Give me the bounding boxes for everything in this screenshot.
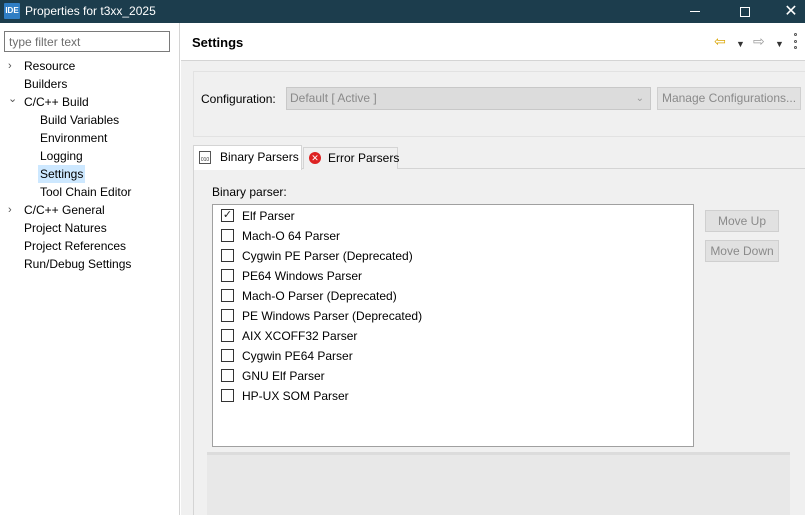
parser-label: Elf Parser [242,209,295,223]
parser-row[interactable]: HP-UX SOM Parser [213,386,693,406]
forward-arrow-icon[interactable]: ⇨ [753,33,765,49]
parser-checkbox[interactable] [221,349,234,362]
property-tree: › Resource Builders ⌄ C/C++ Build Build Varia… [0,57,179,273]
binary-parser-label: Binary parser: [212,185,287,199]
settings-page: Settings ⇦ ▼ ⇨ ▼ Configuration: Default … [181,23,805,515]
tree-item-label: Build Variables [40,113,120,127]
tree-item[interactable]: ⌄ C/C++ Build [0,93,179,111]
tree-item[interactable]: Settings [0,165,179,183]
chevron-down-icon: ⌄ [635,93,644,104]
tab-error-parsers[interactable]: ✕ Error Parsers [303,147,400,169]
configuration-label: Configuration: [201,92,276,106]
parser-row[interactable]: AIX XCOFF32 Parser [213,326,693,346]
tab-label: Binary Parsers [220,150,299,164]
property-navigation-panel: › Resource Builders ⌄ C/C++ Build Build Varia… [0,23,180,515]
parser-label: Cygwin PE64 Parser [242,349,353,363]
close-button[interactable]: ✕ [768,0,805,23]
tree-item-label: Tool Chain Editor [40,185,132,199]
tree-item[interactable]: Run/Debug Settings [0,255,179,273]
configuration-select[interactable]: Default [ Active ] ⌄ [286,87,651,110]
parser-checkbox[interactable] [221,389,234,402]
tree-item[interactable]: › C/C++ General [0,201,179,219]
maximize-button[interactable] [722,0,768,23]
parser-label: PE64 Windows Parser [242,269,363,283]
tree-item-label: Run/Debug Settings [24,257,132,271]
parser-checkbox[interactable] [221,329,234,342]
binary-file-icon: 010 [199,151,211,164]
parser-row[interactable]: PE64 Windows Parser [213,266,693,286]
tree-item-label: Builders [24,77,68,91]
error-icon: ✕ [309,152,321,164]
minimize-icon [690,11,700,12]
back-dropdown-icon[interactable]: ▼ [736,36,745,52]
parser-label: HP-UX SOM Parser [242,389,349,403]
tab-bar: 010 Binary Parsers ✕ Error Parsers [193,145,805,170]
tree-item[interactable]: Builders [0,75,179,93]
tree-item-label: Project References [24,239,127,253]
tree-item-label: C/C++ General [24,203,105,217]
parser-options-panel [207,452,790,515]
tree-item[interactable]: Environment [0,129,179,147]
configuration-value: Default [ Active ] [290,91,377,105]
parser-checkbox[interactable] [221,229,234,242]
parser-label: GNU Elf Parser [242,369,325,383]
tab-binary-parsers[interactable]: 010 Binary Parsers [193,145,302,170]
page-header: Settings ⇦ ▼ ⇨ ▼ [181,23,805,61]
parser-checkbox[interactable] [221,369,234,382]
move-up-button[interactable]: Move Up [705,210,779,232]
tree-item[interactable]: Project References [0,237,179,255]
parser-row[interactable]: Mach-O 64 Parser [213,226,693,246]
parser-checkbox[interactable]: ✓ [221,209,234,222]
tab-label: Error Parsers [328,151,400,165]
back-arrow-icon[interactable]: ⇦ [714,33,726,49]
move-down-button[interactable]: Move Down [705,240,779,262]
tree-item-label: Resource [24,59,76,73]
title-bar: IDE Properties for t3xx_2025 ✕ [0,0,805,23]
view-menu-icon[interactable] [792,33,798,49]
parser-label: Mach-O 64 Parser [242,229,341,243]
ide-app-icon: IDE [4,3,20,19]
parser-row[interactable]: GNU Elf Parser [213,366,693,386]
parser-label: Mach-O Parser (Deprecated) [242,289,397,303]
page-title: Settings [192,35,244,50]
window-title: Properties for t3xx_2025 [25,4,156,18]
tree-item-label: Project Natures [24,221,107,235]
tree-item[interactable]: › Resource [0,57,179,75]
parser-row[interactable]: Cygwin PE64 Parser [213,346,693,366]
parser-row[interactable]: ✓ Elf Parser [213,206,693,226]
parser-label: Cygwin PE Parser (Deprecated) [242,249,413,263]
maximize-icon [740,6,750,17]
tree-item-label: Environment [40,131,108,145]
tree-item[interactable]: Build Variables [0,111,179,129]
filter-input[interactable] [4,31,170,52]
close-icon: ✕ [784,2,798,20]
parser-checkbox[interactable] [221,269,234,282]
parser-row[interactable]: Mach-O Parser (Deprecated) [213,286,693,306]
parser-row[interactable]: Cygwin PE Parser (Deprecated) [213,246,693,266]
chevron-down-icon[interactable]: ⌄ [8,90,18,108]
manage-configurations-button[interactable]: Manage Configurations... [657,87,801,110]
tree-item-label: Logging [40,149,83,163]
tree-item-label: Settings [38,165,86,183]
parser-checkbox[interactable] [221,309,234,322]
parser-row[interactable]: PE Windows Parser (Deprecated) [213,306,693,326]
minimize-button[interactable] [672,0,718,23]
binary-parser-list: ✓ Elf Parser Mach-O 64 Parser Cygwin PE Par… [212,204,694,447]
chevron-right-icon[interactable]: › [8,57,18,75]
chevron-right-icon[interactable]: › [8,201,18,219]
forward-dropdown-icon[interactable]: ▼ [775,36,784,52]
tree-item-label: C/C++ Build [24,95,89,109]
tree-item[interactable]: Project Natures [0,219,179,237]
tree-item[interactable]: Logging [0,147,179,165]
parser-label: AIX XCOFF32 Parser [242,329,358,343]
parser-label: PE Windows Parser (Deprecated) [242,309,423,323]
parser-checkbox[interactable] [221,249,234,262]
parser-checkbox[interactable] [221,289,234,302]
tree-item[interactable]: Tool Chain Editor [0,183,179,201]
